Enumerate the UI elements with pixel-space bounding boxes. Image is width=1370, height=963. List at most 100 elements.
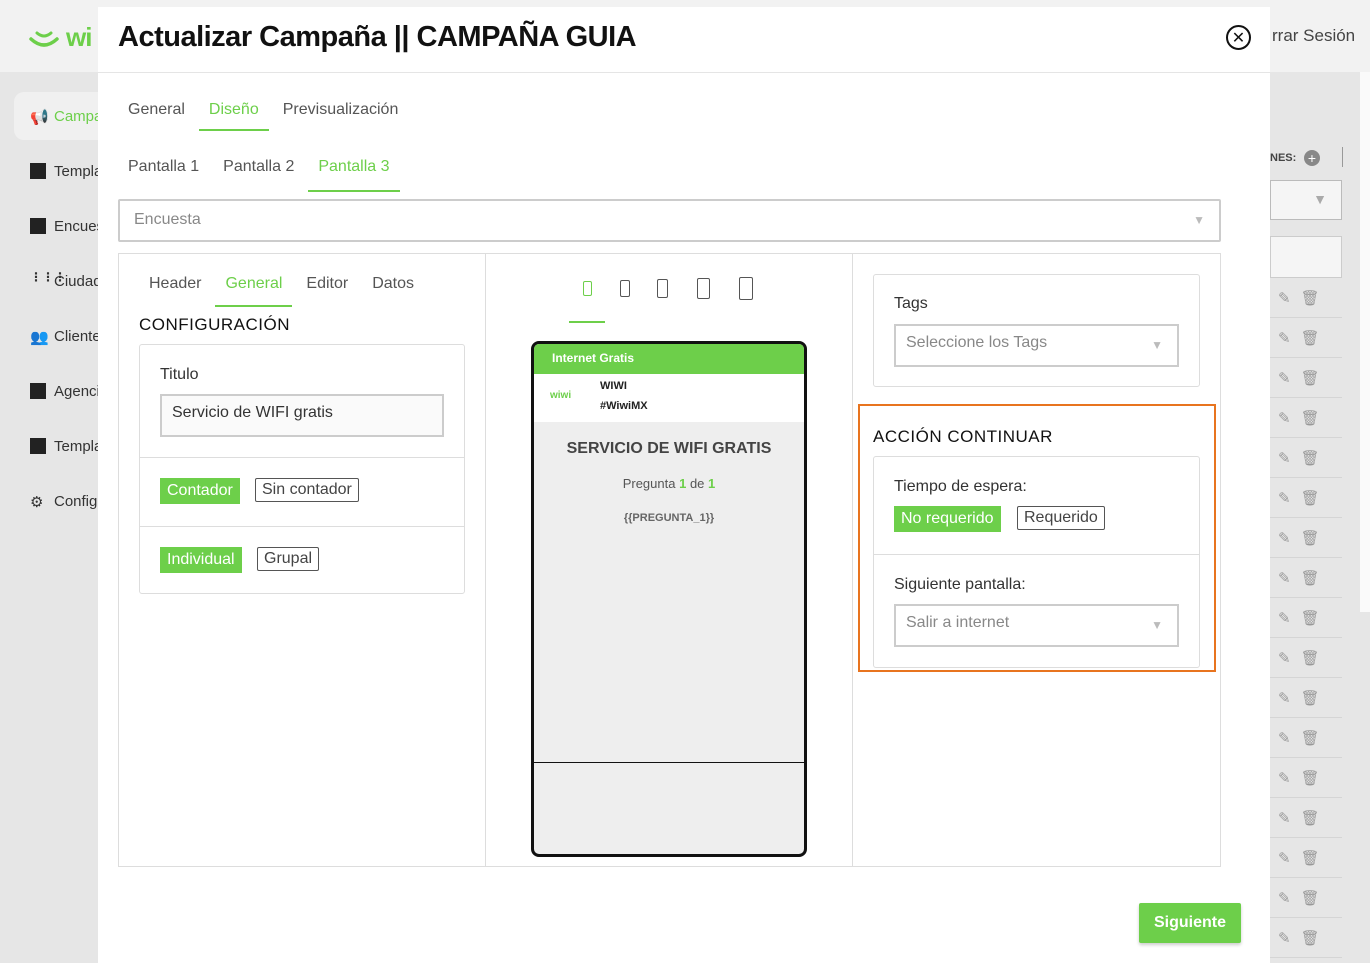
close-button[interactable]: ✕ bbox=[1226, 25, 1251, 50]
trash-icon[interactable]: 🗑 bbox=[1301, 769, 1320, 787]
device-active-indicator bbox=[569, 321, 605, 323]
phone-medium-icon[interactable] bbox=[620, 280, 630, 297]
preview-question-placeholder: {{PREGUNTA_1}} bbox=[623, 512, 715, 524]
edit-icon[interactable]: ✎ bbox=[1278, 329, 1291, 347]
tab-header[interactable]: Header bbox=[139, 275, 211, 307]
trash-icon[interactable]: 🗑 bbox=[1301, 289, 1320, 307]
edit-icon[interactable]: ✎ bbox=[1278, 529, 1291, 547]
table-row: ✎ 🗑 bbox=[1270, 678, 1342, 718]
trash-icon[interactable]: 🗑 bbox=[1301, 609, 1320, 627]
edit-icon[interactable]: ✎ bbox=[1278, 649, 1291, 667]
users-icon: 👥 bbox=[30, 329, 49, 346]
grupal-button[interactable]: Grupal bbox=[257, 547, 320, 571]
trash-icon[interactable]: 🗑 bbox=[1301, 369, 1320, 387]
update-campaign-modal: Actualizar Campaña || CAMPAÑA GUIA ✕ Gen… bbox=[98, 7, 1270, 963]
edit-icon[interactable]: ✎ bbox=[1278, 849, 1291, 867]
background-table-area: NES: + ▼ ✎ 🗑 ✎ 🗑 ✎ 🗑 ✎ 🗑 ✎ 🗑 ✎ 🗑 ✎ 🗑 ✎ 🗑 ✎ 🗑 ✎ 🗑 ✎ 🗑 ✎ 🗑 ✎ 🗑 ✎ 🗑 ✎ 🗑 ✎… bbox=[1270, 72, 1370, 963]
phone-small-icon[interactable] bbox=[583, 281, 592, 296]
logout-link[interactable]: rrar Sesión bbox=[1272, 26, 1355, 46]
trash-icon[interactable]: 🗑 bbox=[1301, 849, 1320, 867]
trash-icon[interactable]: 🗑 bbox=[1301, 649, 1320, 667]
phone-large-icon[interactable] bbox=[657, 279, 668, 298]
layout-icon bbox=[30, 438, 46, 454]
trash-icon[interactable]: 🗑 bbox=[1301, 889, 1320, 907]
tablet-large-icon[interactable] bbox=[739, 277, 753, 300]
preview-question-counter: Pregunta 1 de 1 bbox=[622, 476, 716, 491]
layout-icon bbox=[30, 163, 46, 179]
trash-icon[interactable]: 🗑 bbox=[1301, 569, 1320, 587]
edit-icon[interactable]: ✎ bbox=[1278, 409, 1291, 427]
edit-icon[interactable]: ✎ bbox=[1278, 769, 1291, 787]
table-row: ✎ 🗑 bbox=[1270, 318, 1342, 358]
table-row: ✎ 🗑 bbox=[1270, 638, 1342, 678]
tags-card: Tags Seleccione los Tags ▼ bbox=[873, 274, 1200, 387]
modal-title: Actualizar Campaña || CAMPAÑA GUIA bbox=[118, 21, 637, 53]
tab-diseno[interactable]: Diseño bbox=[198, 101, 269, 131]
tab-datos[interactable]: Datos bbox=[362, 275, 424, 307]
individual-button[interactable]: Individual bbox=[160, 547, 242, 573]
tab-editor[interactable]: Editor bbox=[296, 275, 358, 307]
tab-pantalla-3[interactable]: Pantalla 3 bbox=[308, 158, 400, 192]
preview-fold-line bbox=[534, 762, 804, 763]
clipboard-icon bbox=[30, 218, 46, 234]
grid-dots-icon: ⋮⋮⋮ bbox=[30, 270, 66, 284]
edit-icon[interactable]: ✎ bbox=[1278, 809, 1291, 827]
edit-icon[interactable]: ✎ bbox=[1278, 729, 1291, 747]
trash-icon[interactable]: 🗑 bbox=[1301, 449, 1320, 467]
preview-brand-tag: #WiwiMX bbox=[600, 400, 648, 412]
edit-icon[interactable]: ✎ bbox=[1278, 609, 1291, 627]
tab-config-general[interactable]: General bbox=[215, 275, 293, 307]
config-card: Titulo Servicio de WIFI gratis Contador … bbox=[139, 344, 465, 594]
table-row: ✎ 🗑 bbox=[1270, 718, 1342, 758]
trash-icon[interactable]: 🗑 bbox=[1301, 489, 1320, 507]
table-row: ✎ 🗑 bbox=[1270, 838, 1342, 878]
preview-logo: wiwi bbox=[550, 390, 572, 401]
edit-icon[interactable]: ✎ bbox=[1278, 889, 1291, 907]
megaphone-icon: 📢 bbox=[30, 109, 49, 126]
titulo-input[interactable]: Servicio de WIFI gratis bbox=[160, 394, 444, 437]
trash-icon[interactable]: 🗑 bbox=[1301, 809, 1320, 827]
divider bbox=[1342, 147, 1343, 167]
trash-icon[interactable]: 🗑 bbox=[1301, 409, 1320, 427]
edit-icon[interactable]: ✎ bbox=[1278, 489, 1291, 507]
config-panel: Header General Editor Datos CONFIGURACIÓ… bbox=[119, 254, 486, 866]
table-row: ✎ 🗑 bbox=[1270, 798, 1342, 838]
screen-type-value: Encuesta bbox=[134, 211, 201, 228]
chevron-down-icon: ▼ bbox=[1151, 338, 1163, 352]
tab-pantalla-1[interactable]: Pantalla 1 bbox=[118, 158, 209, 192]
table-row: ✎ 🗑 bbox=[1270, 598, 1342, 638]
edit-icon[interactable]: ✎ bbox=[1278, 289, 1291, 307]
trash-icon[interactable]: 🗑 bbox=[1301, 529, 1320, 547]
trash-icon[interactable]: 🗑 bbox=[1301, 329, 1320, 347]
table-header bbox=[1270, 236, 1342, 278]
add-icon[interactable]: + bbox=[1304, 150, 1320, 166]
preview-title: SERVICIO DE WIFI GRATIS bbox=[566, 440, 772, 457]
tab-general[interactable]: General bbox=[118, 101, 195, 131]
trash-icon[interactable]: 🗑 bbox=[1301, 729, 1320, 747]
chevron-down-icon: ▼ bbox=[1313, 191, 1327, 207]
trash-icon[interactable]: 🗑 bbox=[1301, 689, 1320, 707]
table-row: ✎ 🗑 bbox=[1270, 278, 1342, 318]
edit-icon[interactable]: ✎ bbox=[1278, 569, 1291, 587]
table-row: ✎ 🗑 bbox=[1270, 438, 1342, 478]
siguiente-button[interactable]: Siguiente bbox=[1139, 903, 1241, 943]
filter-select[interactable]: ▼ bbox=[1270, 180, 1342, 220]
edit-icon[interactable]: ✎ bbox=[1278, 689, 1291, 707]
tab-pantalla-2[interactable]: Pantalla 2 bbox=[213, 158, 304, 192]
app-logo: wi bbox=[28, 22, 92, 53]
config-tabs: Header General Editor Datos bbox=[139, 275, 428, 307]
highlight-box bbox=[858, 404, 1216, 672]
screen-type-select[interactable]: Encuesta ▼ bbox=[118, 199, 1221, 242]
tags-select[interactable]: Seleccione los Tags ▼ bbox=[894, 324, 1179, 367]
sin-contador-button[interactable]: Sin contador bbox=[255, 478, 359, 502]
edit-icon[interactable]: ✎ bbox=[1278, 449, 1291, 467]
trash-icon[interactable]: 🗑 bbox=[1301, 929, 1320, 947]
tags-label: Tags bbox=[894, 295, 928, 312]
scrollbar[interactable] bbox=[1360, 72, 1370, 612]
tablet-small-icon[interactable] bbox=[697, 278, 710, 299]
contador-button[interactable]: Contador bbox=[160, 478, 240, 504]
table-row: ✎ 🗑 bbox=[1270, 478, 1342, 518]
tab-previsualizacion[interactable]: Previsualización bbox=[273, 101, 409, 131]
edit-icon[interactable]: ✎ bbox=[1278, 929, 1291, 947]
edit-icon[interactable]: ✎ bbox=[1278, 369, 1291, 387]
